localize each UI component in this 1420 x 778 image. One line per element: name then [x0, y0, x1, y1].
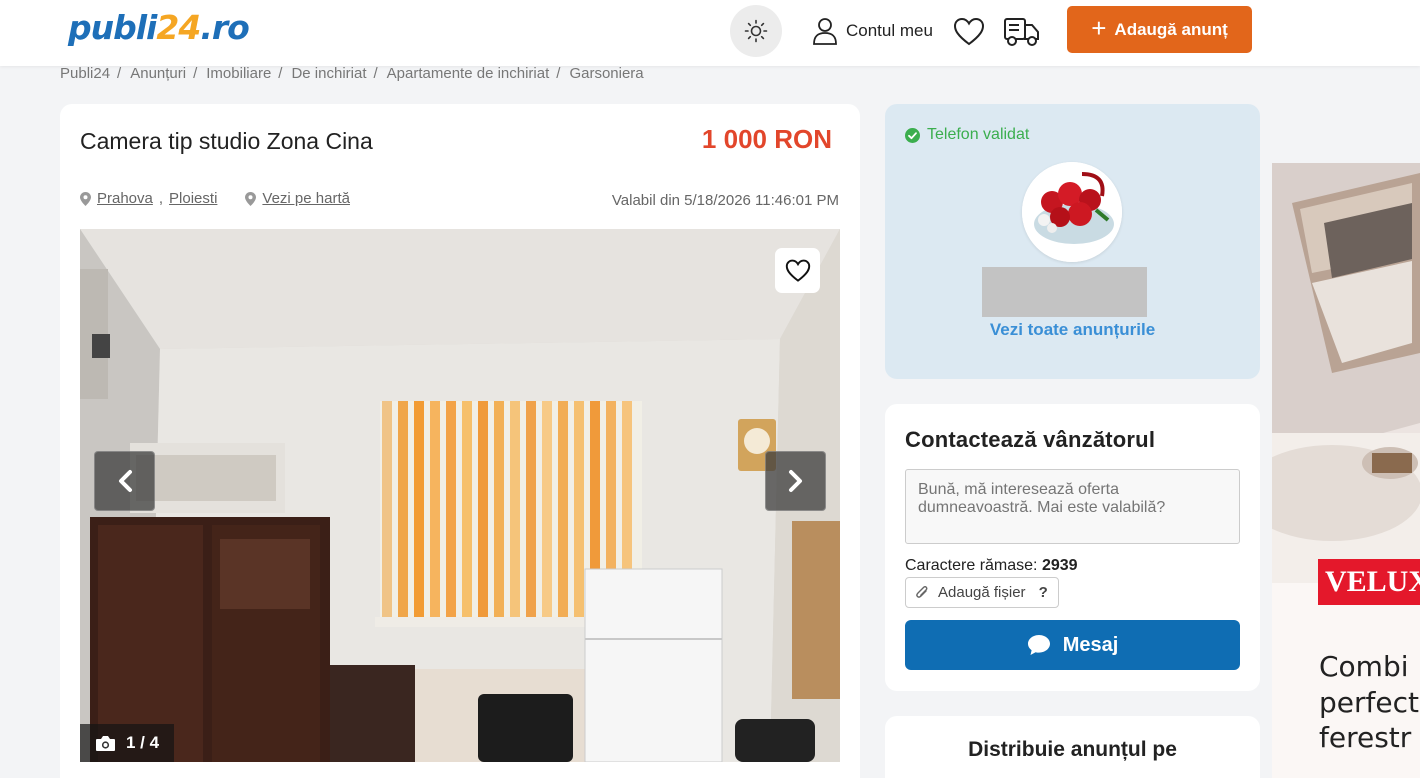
remaining-characters-count: 2939: [1041, 557, 1078, 574]
user-icon: [813, 18, 837, 45]
account-link[interactable]: Contul meu: [812, 17, 933, 45]
site-logo[interactable]: publi24.ro: [68, 8, 250, 47]
advertisement-banner[interactable]: VELUX Combi perfect ferestr: [1272, 163, 1420, 778]
breadcrumb-separator: /: [193, 65, 198, 82]
sun-icon: [744, 19, 768, 43]
previous-photo-button[interactable]: [94, 451, 155, 511]
add-listing-label: Adaugă anunț: [1114, 19, 1228, 39]
attach-file-label: Adaugă fișier: [938, 584, 1026, 601]
ad-brand-logo: VELUX: [1318, 559, 1420, 605]
seller-name-redacted: [982, 267, 1147, 317]
breadcrumb-separator: /: [278, 65, 283, 82]
favorites-button[interactable]: [953, 17, 985, 52]
breadcrumb-item[interactable]: De inchiriat: [291, 65, 366, 82]
remaining-characters-label: Caractere rămase:: [905, 557, 1038, 574]
breadcrumb-item[interactable]: Publi24: [60, 65, 110, 82]
breadcrumb: Publi24 / Anunțuri / Imobiliare / De inchir…: [60, 65, 644, 82]
listing-title: Camera tip studio Zona Cina: [80, 128, 373, 154]
chevron-left-icon: [118, 470, 132, 492]
contact-seller-card: Contactează vânzătorul Caractere rămase:…: [885, 404, 1260, 691]
city-link[interactable]: Ploiesti: [169, 190, 217, 207]
seller-card: Telefon validat Vezi toate anunțurile: [885, 104, 1260, 379]
ad-line: Combi: [1319, 650, 1409, 683]
ad-line: ferestr: [1319, 721, 1412, 755]
message-input[interactable]: [905, 469, 1240, 544]
truck-icon: [1004, 18, 1039, 46]
phone-verified-badge: Telefon validat: [905, 126, 1029, 144]
breadcrumb-separator: /: [556, 65, 561, 82]
chat-bubble-icon: [1027, 635, 1050, 655]
listing-price: 1 000 RON: [701, 124, 832, 154]
room-photo[interactable]: [80, 229, 840, 762]
share-title: Distribuie anunțul pe: [968, 738, 1177, 761]
contact-title: Contactează vânzătorul: [905, 427, 1156, 452]
add-listing-button[interactable]: + Adaugă anunț: [1067, 6, 1252, 53]
location-row: Prahova, Ploiesti Vezi pe hartă: [80, 190, 350, 207]
ad-line: perfect: [1319, 685, 1419, 719]
theme-toggle-button[interactable]: [730, 5, 782, 57]
paperclip-icon: [916, 585, 928, 598]
map-pin-icon: [80, 191, 91, 206]
view-on-map-link[interactable]: Vezi pe hartă: [262, 190, 350, 207]
heart-icon: [785, 259, 810, 282]
account-label: Contul meu: [846, 21, 933, 40]
chevron-right-icon: [788, 470, 802, 492]
valid-since-date: Valabil din 5/18/2026 11:46:01 PM: [611, 192, 839, 209]
seller-avatar[interactable]: [1022, 162, 1122, 262]
ad-headline: Combi perfect ferestr: [1319, 649, 1419, 756]
favorite-listing-button[interactable]: [775, 248, 820, 293]
breadcrumb-separator: /: [117, 65, 122, 82]
breadcrumb-item[interactable]: Anunțuri: [130, 65, 186, 82]
photo-counter-text: 1 / 4: [125, 733, 160, 752]
map-pin-icon: [245, 191, 257, 206]
check-circle-icon: [905, 127, 920, 143]
photo-gallery[interactable]: 1 / 4: [80, 229, 840, 762]
send-message-button[interactable]: Mesaj: [905, 620, 1240, 670]
photo-counter: 1 / 4: [80, 724, 174, 762]
ad-bedroom-image: [1272, 163, 1420, 583]
view-all-ads-link[interactable]: Vezi toate anunțurile: [885, 320, 1260, 340]
breadcrumb-item[interactable]: Apartamente de inchiriat: [387, 65, 550, 82]
breadcrumb-item[interactable]: Garsoniera: [569, 65, 643, 82]
breadcrumb-item[interactable]: Imobiliare: [206, 65, 271, 82]
breadcrumb-separator: /: [373, 65, 378, 82]
camera-icon: [95, 735, 115, 751]
remaining-characters: Caractere rămase: 2939: [905, 557, 1078, 575]
location-comma: ,: [158, 190, 164, 207]
attach-file-button[interactable]: Adaugă fișier ?: [905, 577, 1059, 608]
phone-verified-label: Telefon validat: [927, 126, 1030, 143]
delivery-button[interactable]: [1003, 14, 1041, 53]
listing-card: Camera tip studio Zona Cina 1 000 RON Pr…: [60, 104, 860, 778]
help-icon[interactable]: ?: [1039, 584, 1048, 601]
share-card: Distribuie anunțul pe: [885, 716, 1260, 778]
plus-icon: +: [1091, 13, 1107, 43]
send-message-label: Mesaj: [1062, 633, 1119, 656]
heart-icon: [953, 17, 985, 46]
site-header: publi24.ro Contul meu + Adaugă anunț: [0, 0, 1420, 66]
next-photo-button[interactable]: [765, 451, 826, 511]
county-link[interactable]: Prahova: [97, 190, 153, 207]
roses-avatar-image: [1022, 162, 1122, 262]
